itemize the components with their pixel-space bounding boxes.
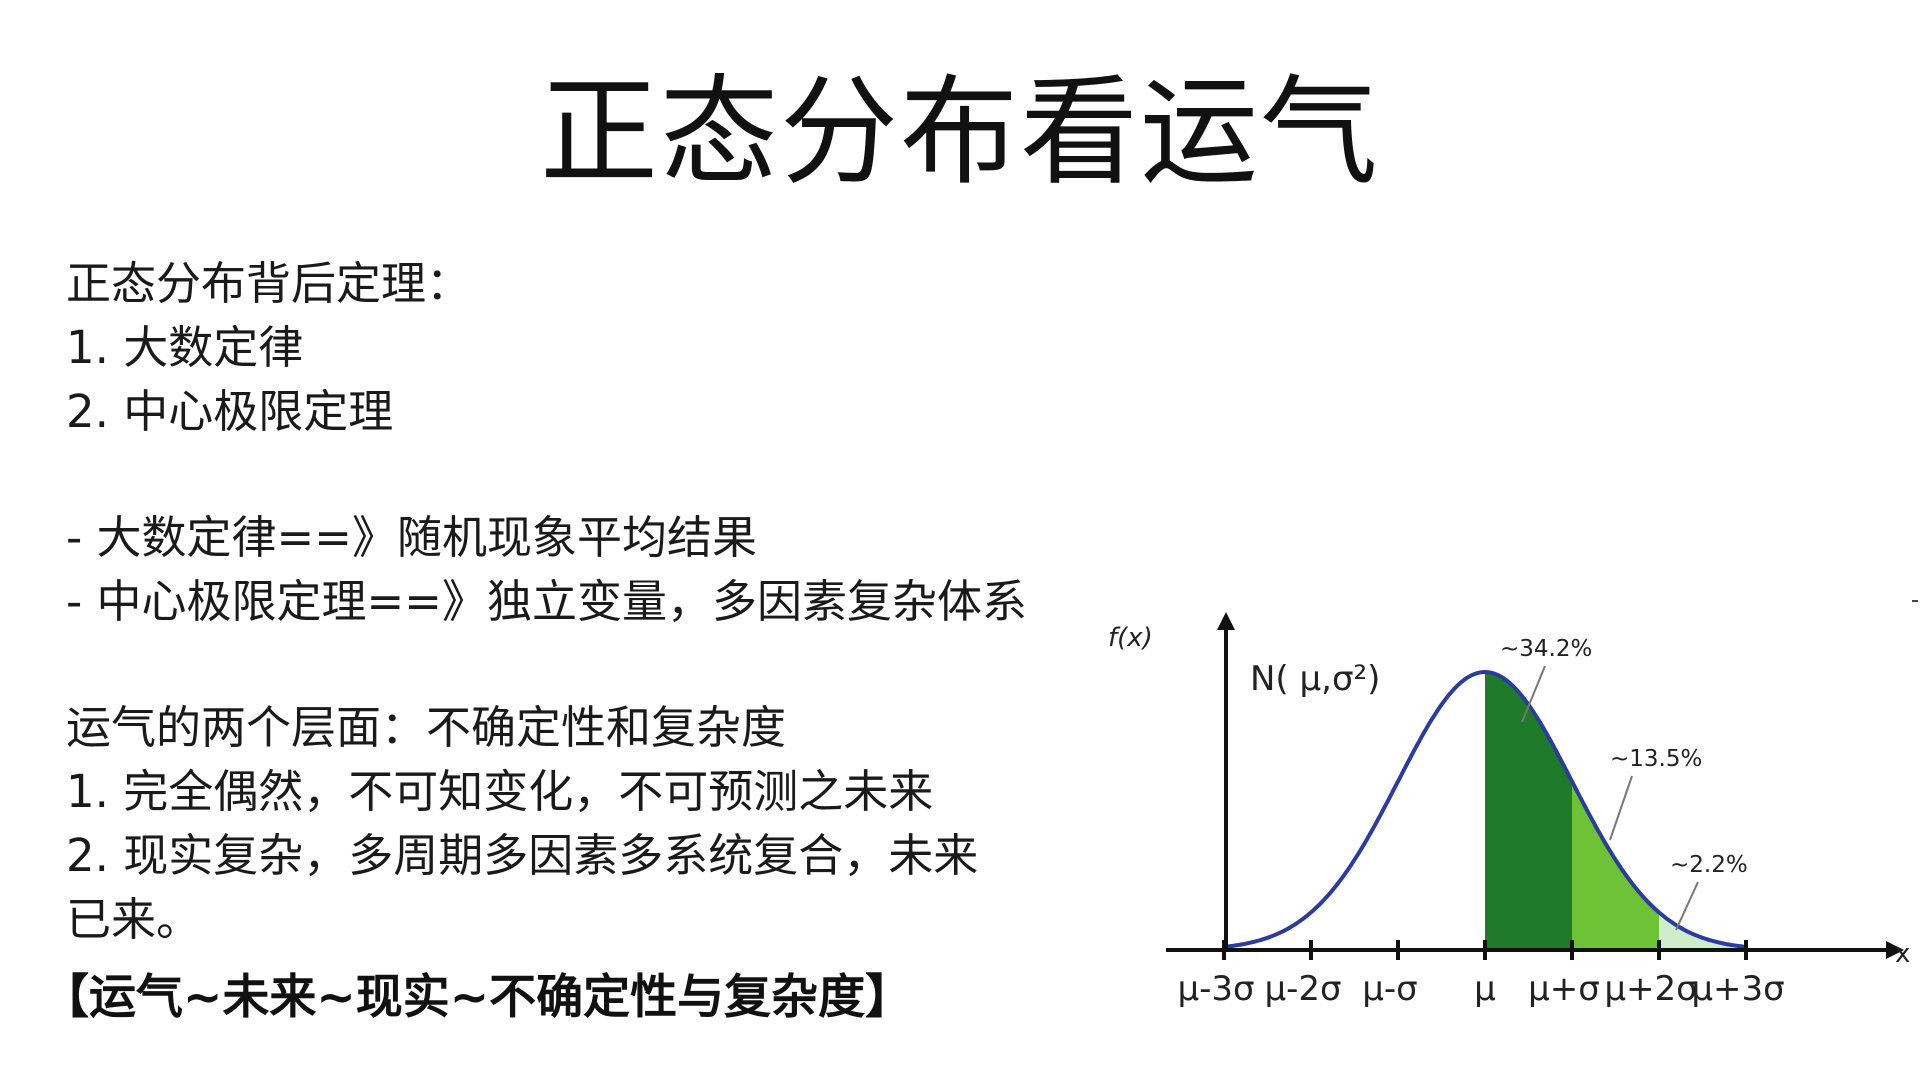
- x-tick-label: μ: [1474, 969, 1496, 1009]
- theorem-heading: 正态分布背后定理：: [66, 257, 472, 310]
- x-tick-label: μ-σ: [1362, 969, 1417, 1009]
- x-tick-label: μ-3σ: [1177, 969, 1254, 1009]
- normal-distribution-diagram: μ-3σ μ-2σ μ-σ μ μ+σ μ+2σ μ+3σ ~34.2% ~13.5% ~2.2…: [1100, 600, 1920, 1020]
- normal-curve-svg: μ-3σ μ-2σ μ-σ μ μ+σ μ+2σμ+3σ ~34.2% ~13.5% ~2.2…: [1108, 612, 1910, 1009]
- summary-line: 【运气~未来~现实~不确定性与复杂度】: [42, 970, 913, 1025]
- y-axis-label: f(x): [1108, 623, 1153, 653]
- x-tick-labels: μ-3σ μ-2σ μ-σ μ μ+σ μ+2σμ+3σ: [1177, 969, 1784, 1009]
- percentage-label: ~34.2%: [1500, 636, 1592, 662]
- theorem-item-1: 1. 大数定律: [66, 321, 304, 374]
- x-tick-label: μ+σ: [1528, 969, 1600, 1009]
- x-tick-label: μ+2σ: [1604, 969, 1697, 1009]
- slide-title: 正态分布看运气: [539, 63, 1380, 201]
- leader-line: [1675, 881, 1699, 931]
- percentage-label: ~13.5%: [1610, 746, 1702, 772]
- luck-item-2: 2. 现实复杂，多周期多因素多系统复合，未来: [66, 829, 979, 882]
- explanation-line-1: - 大数定律==》随机现象平均结果: [66, 511, 757, 564]
- explanation-line-2: - 中心极限定理==》独立变量，多因素复杂体系: [66, 575, 1027, 628]
- y-axis-arrow: [1217, 612, 1235, 630]
- x-axis-label: x: [1895, 939, 1910, 969]
- luck-heading: 运气的两个层面：不确定性和复杂度: [66, 701, 787, 754]
- luck-item-1: 1. 完全偶然，不可知变化，不可预测之未来: [66, 765, 934, 818]
- shaded-regions: [1485, 672, 1746, 950]
- distribution-formula: N( μ,σ²): [1250, 659, 1380, 699]
- shaded-region-1: [1485, 672, 1572, 950]
- body-text: 正态分布背后定理： 1. 大数定律 2. 中心极限定理 - 大数定律==》随机现…: [66, 252, 1076, 952]
- luck-item-2-continued: 已来。: [66, 893, 202, 946]
- x-tick-label: μ-2σ: [1264, 969, 1341, 1009]
- leader-line: [1609, 775, 1633, 841]
- theorem-item-2: 2. 中心极限定理: [66, 385, 394, 438]
- x-tick-label: μ+3σ: [1691, 969, 1784, 1009]
- percentage-label: ~2.2%: [1670, 852, 1748, 878]
